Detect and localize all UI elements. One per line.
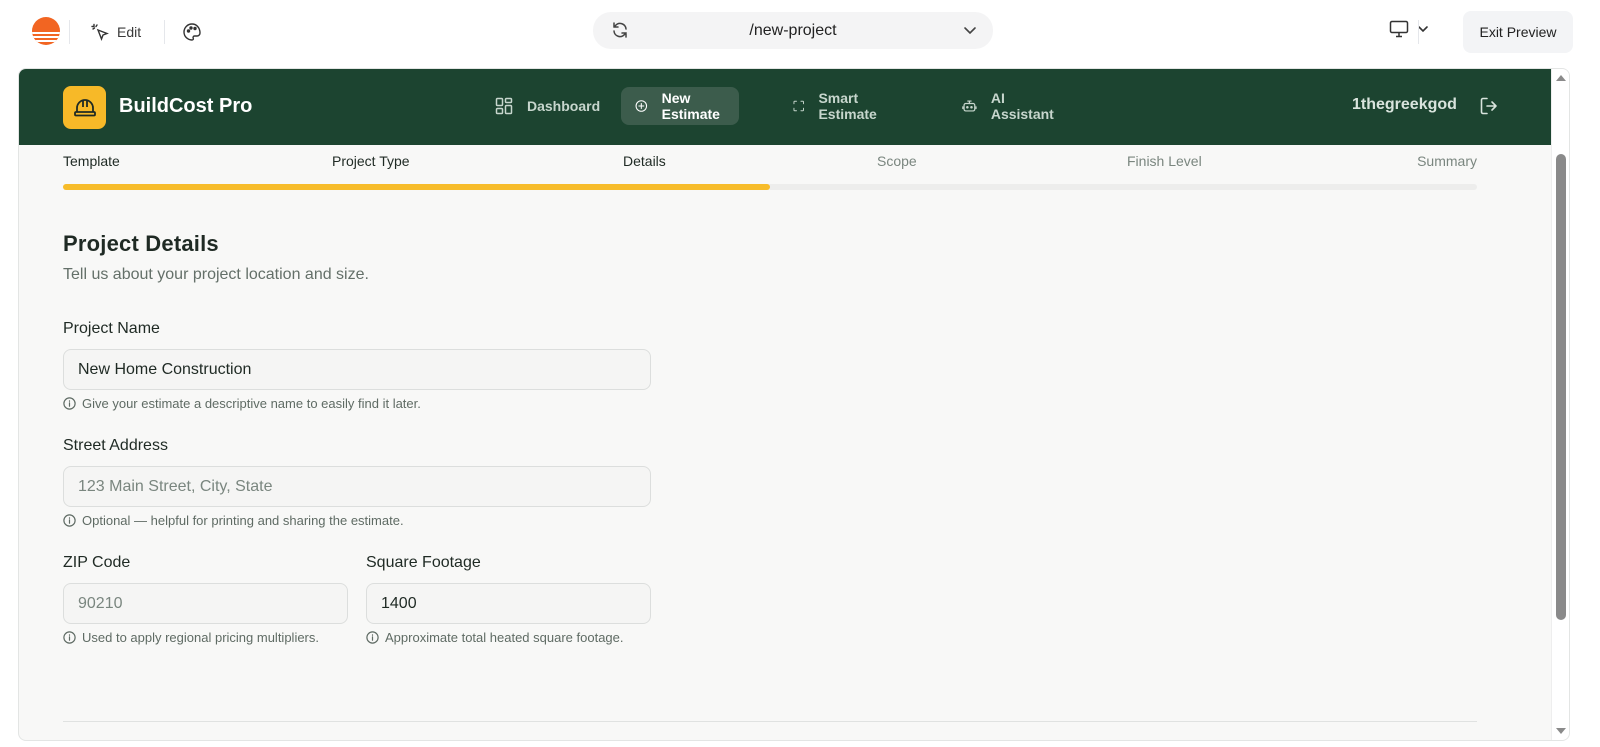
nav-label: Smart Estimate xyxy=(818,90,877,122)
username[interactable]: 1thegreekgod xyxy=(1352,96,1457,114)
step-project-type[interactable]: Project Type xyxy=(332,153,410,169)
info-icon xyxy=(63,514,76,527)
preview-frame: BuildCost Pro Dashboard New Estimate Sma… xyxy=(18,68,1570,741)
theme-button[interactable] xyxy=(182,16,202,48)
hint-text: Used to apply regional pricing multiplie… xyxy=(82,630,320,645)
square-footage-hint: Approximate total heated square footage. xyxy=(366,629,636,647)
robot-icon xyxy=(962,100,977,112)
edit-button[interactable]: Edit xyxy=(91,16,141,48)
toolbar-divider xyxy=(69,20,70,44)
brand-logo-icon[interactable] xyxy=(32,17,60,45)
device-selector[interactable] xyxy=(1389,20,1429,38)
nav-smart-estimate[interactable]: Smart Estimate xyxy=(779,87,897,125)
nav-label: AI Assistant xyxy=(990,90,1054,122)
edit-label: Edit xyxy=(117,24,142,40)
monitor-icon xyxy=(1389,20,1409,38)
page-subtitle: Tell us about your project location and … xyxy=(63,266,369,283)
street-address-hint: Optional — helpful for printing and shar… xyxy=(63,512,663,530)
zip-code-label: ZIP Code xyxy=(63,554,131,571)
exit-preview-button[interactable]: Exit Preview xyxy=(1463,11,1573,53)
cursor-click-icon xyxy=(91,23,109,41)
step-summary[interactable]: Summary xyxy=(1417,153,1477,169)
square-footage-label: Square Footage xyxy=(366,554,481,571)
step-template[interactable]: Template xyxy=(63,153,120,169)
app-name[interactable]: BuildCost Pro xyxy=(119,95,252,118)
palette-icon xyxy=(183,23,201,41)
divider xyxy=(63,721,1477,722)
progress-fill xyxy=(63,184,770,190)
url-bar[interactable]: /new-project xyxy=(593,12,993,49)
hint-text: Approximate total heated square footage. xyxy=(385,630,624,645)
nav-label: Dashboard xyxy=(527,98,601,114)
project-name-label: Project Name xyxy=(63,320,160,337)
nav-ai-assistant[interactable]: AI Assistant xyxy=(948,87,1071,125)
progress-bar xyxy=(63,184,1477,190)
plus-circle-icon xyxy=(635,100,648,112)
hint-text: Optional — helpful for printing and shar… xyxy=(82,513,404,528)
project-name-input[interactable] xyxy=(63,349,651,390)
step-finish-level[interactable]: Finish Level xyxy=(1127,153,1202,169)
zip-code-input[interactable] xyxy=(63,583,348,624)
chevron-down-icon[interactable] xyxy=(963,23,977,37)
nav-label: New Estimate xyxy=(661,90,720,122)
street-address-label: Street Address xyxy=(63,437,168,454)
preview-toolbar: Edit /new-project Exit Preview xyxy=(0,0,1600,64)
url-text: /new-project xyxy=(749,22,837,39)
grid-icon xyxy=(495,97,513,115)
street-address-input[interactable] xyxy=(63,466,651,507)
info-icon xyxy=(366,631,379,644)
square-footage-input[interactable] xyxy=(366,583,651,624)
step-details[interactable]: Details xyxy=(623,153,666,169)
hint-text: Give your estimate a descriptive name to… xyxy=(82,396,421,411)
scroll-up-arrow-icon[interactable] xyxy=(1556,75,1566,81)
project-name-hint: Give your estimate a descriptive name to… xyxy=(63,395,663,413)
stepper: Template Project Type Details Scope Fini… xyxy=(63,153,1477,173)
scroll-down-arrow-icon[interactable] xyxy=(1556,728,1566,734)
app-header: BuildCost Pro Dashboard New Estimate Sma… xyxy=(19,69,1551,145)
scan-icon xyxy=(793,100,804,112)
info-icon xyxy=(63,397,76,410)
toolbar-divider xyxy=(164,20,165,44)
hardhat-logo-icon[interactable] xyxy=(63,86,106,129)
scrollbar[interactable] xyxy=(1551,69,1569,740)
toolbar-divider xyxy=(1418,20,1419,44)
logout-icon[interactable] xyxy=(1479,96,1499,116)
info-icon xyxy=(63,631,76,644)
page-title: Project Details xyxy=(63,231,219,256)
scrollbar-thumb[interactable] xyxy=(1556,154,1566,620)
zip-code-hint: Used to apply regional pricing multiplie… xyxy=(63,629,333,647)
nav-new-estimate[interactable]: New Estimate xyxy=(621,87,740,125)
nav-dashboard[interactable]: Dashboard xyxy=(481,87,614,125)
step-scope[interactable]: Scope xyxy=(877,153,917,169)
